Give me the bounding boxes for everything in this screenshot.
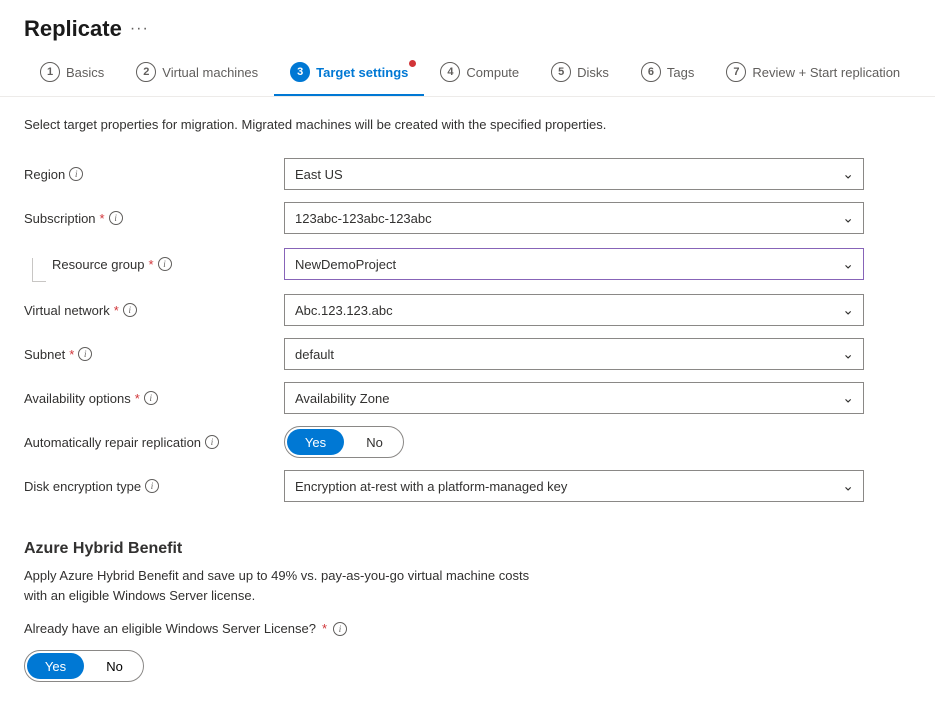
auto-repair-yes-button[interactable]: Yes xyxy=(287,429,344,455)
wizard-step-review[interactable]: 7 Review + Start replication xyxy=(710,50,916,96)
auto-repair-info-icon[interactable]: i xyxy=(205,435,219,449)
subscription-row: Subscription * i 123abc-123abc-123abc xyxy=(24,196,911,240)
subnet-label: Subnet * i xyxy=(24,347,284,362)
auto-repair-label: Automatically repair replication i xyxy=(24,435,284,450)
subnet-dropdown[interactable]: default xyxy=(284,338,864,370)
virtual-network-label: Virtual network * i xyxy=(24,303,284,318)
step-label-tags: Tags xyxy=(667,65,694,80)
step-label-basics: Basics xyxy=(66,65,104,80)
step-dot-target-settings xyxy=(409,60,416,67)
wizard-step-basics[interactable]: 1 Basics xyxy=(24,50,120,96)
wizard-step-target-settings[interactable]: 3 Target settings xyxy=(274,50,424,96)
resource-group-input-col: NewDemoProject xyxy=(284,248,864,280)
hybrid-benefit-yes-button[interactable]: Yes xyxy=(27,653,84,679)
availability-options-required: * xyxy=(135,391,140,406)
subnet-input-col: default xyxy=(284,338,864,370)
step-circle-virtual-machines: 2 xyxy=(136,62,156,82)
subnet-info-icon[interactable]: i xyxy=(78,347,92,361)
step-label-target-settings: Target settings xyxy=(316,65,408,80)
region-label: Region i xyxy=(24,167,284,182)
availability-options-dropdown-wrapper: Availability Zone xyxy=(284,382,864,414)
step-circle-basics: 1 xyxy=(40,62,60,82)
step-circle-disks: 5 xyxy=(551,62,571,82)
subscription-dropdown[interactable]: 123abc-123abc-123abc xyxy=(284,202,864,234)
resource-group-info-icon[interactable]: i xyxy=(158,257,172,271)
subnet-row: Subnet * i default xyxy=(24,332,911,376)
resource-group-required: * xyxy=(149,257,154,272)
availability-options-label: Availability options * i xyxy=(24,391,284,406)
virtual-network-info-icon[interactable]: i xyxy=(123,303,137,317)
wizard-step-virtual-machines[interactable]: 2 Virtual machines xyxy=(120,50,274,96)
hybrid-benefit-title: Azure Hybrid Benefit xyxy=(24,540,911,558)
step-circle-review: 7 xyxy=(726,62,746,82)
wizard-step-disks[interactable]: 5 Disks xyxy=(535,50,625,96)
availability-options-row: Availability options * i Availability Zo… xyxy=(24,376,911,420)
subscription-input-col: 123abc-123abc-123abc xyxy=(284,202,864,234)
step-label-disks: Disks xyxy=(577,65,609,80)
disk-encryption-dropdown-wrapper: Encryption at-rest with a platform-manag… xyxy=(284,470,864,502)
step-label-virtual-machines: Virtual machines xyxy=(162,65,258,80)
disk-encryption-dropdown[interactable]: Encryption at-rest with a platform-manag… xyxy=(284,470,864,502)
region-input-col: East US xyxy=(284,158,864,190)
subscription-dropdown-wrapper: 123abc-123abc-123abc xyxy=(284,202,864,234)
form-section: Region i East US Subscription * i xyxy=(24,152,911,508)
subscription-required: * xyxy=(100,211,105,226)
availability-options-info-icon[interactable]: i xyxy=(144,391,158,405)
availability-options-input-col: Availability Zone xyxy=(284,382,864,414)
resource-group-row: Resource group * i NewDemoProject xyxy=(24,240,911,288)
step-label-review: Review + Start replication xyxy=(752,65,900,80)
region-row: Region i East US xyxy=(24,152,911,196)
hybrid-benefit-info-icon[interactable]: i xyxy=(333,622,347,636)
resource-group-label: Resource group * i xyxy=(24,246,284,282)
page-title: Replicate xyxy=(24,16,122,42)
hybrid-benefit-required: * xyxy=(322,621,327,636)
auto-repair-row: Automatically repair replication i Yes N… xyxy=(24,420,911,464)
subnet-required: * xyxy=(69,347,74,362)
ellipsis-icon[interactable]: ··· xyxy=(130,20,149,38)
disk-encryption-row: Disk encryption type i Encryption at-res… xyxy=(24,464,911,508)
virtual-network-row: Virtual network * i Abc.123.123.abc xyxy=(24,288,911,332)
virtual-network-input-col: Abc.123.123.abc xyxy=(284,294,864,326)
auto-repair-toggle[interactable]: Yes No xyxy=(284,426,404,458)
page-description: Select target properties for migration. … xyxy=(24,117,911,132)
virtual-network-required: * xyxy=(114,303,119,318)
step-circle-target-settings: 3 xyxy=(290,62,310,82)
step-circle-tags: 6 xyxy=(641,62,661,82)
region-dropdown[interactable]: East US xyxy=(284,158,864,190)
region-dropdown-wrapper: East US xyxy=(284,158,864,190)
wizard-step-compute[interactable]: 4 Compute xyxy=(424,50,535,96)
virtual-network-dropdown[interactable]: Abc.123.123.abc xyxy=(284,294,864,326)
wizard-steps: 1 Basics 2 Virtual machines 3 Target set… xyxy=(0,50,935,97)
resource-group-dropdown[interactable]: NewDemoProject xyxy=(284,248,864,280)
disk-encryption-label: Disk encryption type i xyxy=(24,479,284,494)
auto-repair-no-button[interactable]: No xyxy=(346,427,403,457)
step-label-compute: Compute xyxy=(466,65,519,80)
wizard-step-tags[interactable]: 6 Tags xyxy=(625,50,710,96)
step-circle-compute: 4 xyxy=(440,62,460,82)
hybrid-benefit-no-button[interactable]: No xyxy=(86,651,143,681)
subscription-info-icon[interactable]: i xyxy=(109,211,123,225)
subscription-label: Subscription * i xyxy=(24,211,284,226)
hybrid-benefit-description: Apply Azure Hybrid Benefit and save up t… xyxy=(24,566,911,605)
disk-encryption-input-col: Encryption at-rest with a platform-manag… xyxy=(284,470,864,502)
hybrid-benefit-section: Azure Hybrid Benefit Apply Azure Hybrid … xyxy=(24,532,911,682)
resource-group-dropdown-wrapper: NewDemoProject xyxy=(284,248,864,280)
disk-encryption-info-icon[interactable]: i xyxy=(145,479,159,493)
subnet-dropdown-wrapper: default xyxy=(284,338,864,370)
hybrid-benefit-toggle[interactable]: Yes No xyxy=(24,650,144,682)
hybrid-benefit-question-row: Already have an eligible Windows Server … xyxy=(24,621,911,636)
auto-repair-input-col: Yes No xyxy=(284,426,864,458)
availability-options-dropdown[interactable]: Availability Zone xyxy=(284,382,864,414)
region-info-icon[interactable]: i xyxy=(69,167,83,181)
virtual-network-dropdown-wrapper: Abc.123.123.abc xyxy=(284,294,864,326)
